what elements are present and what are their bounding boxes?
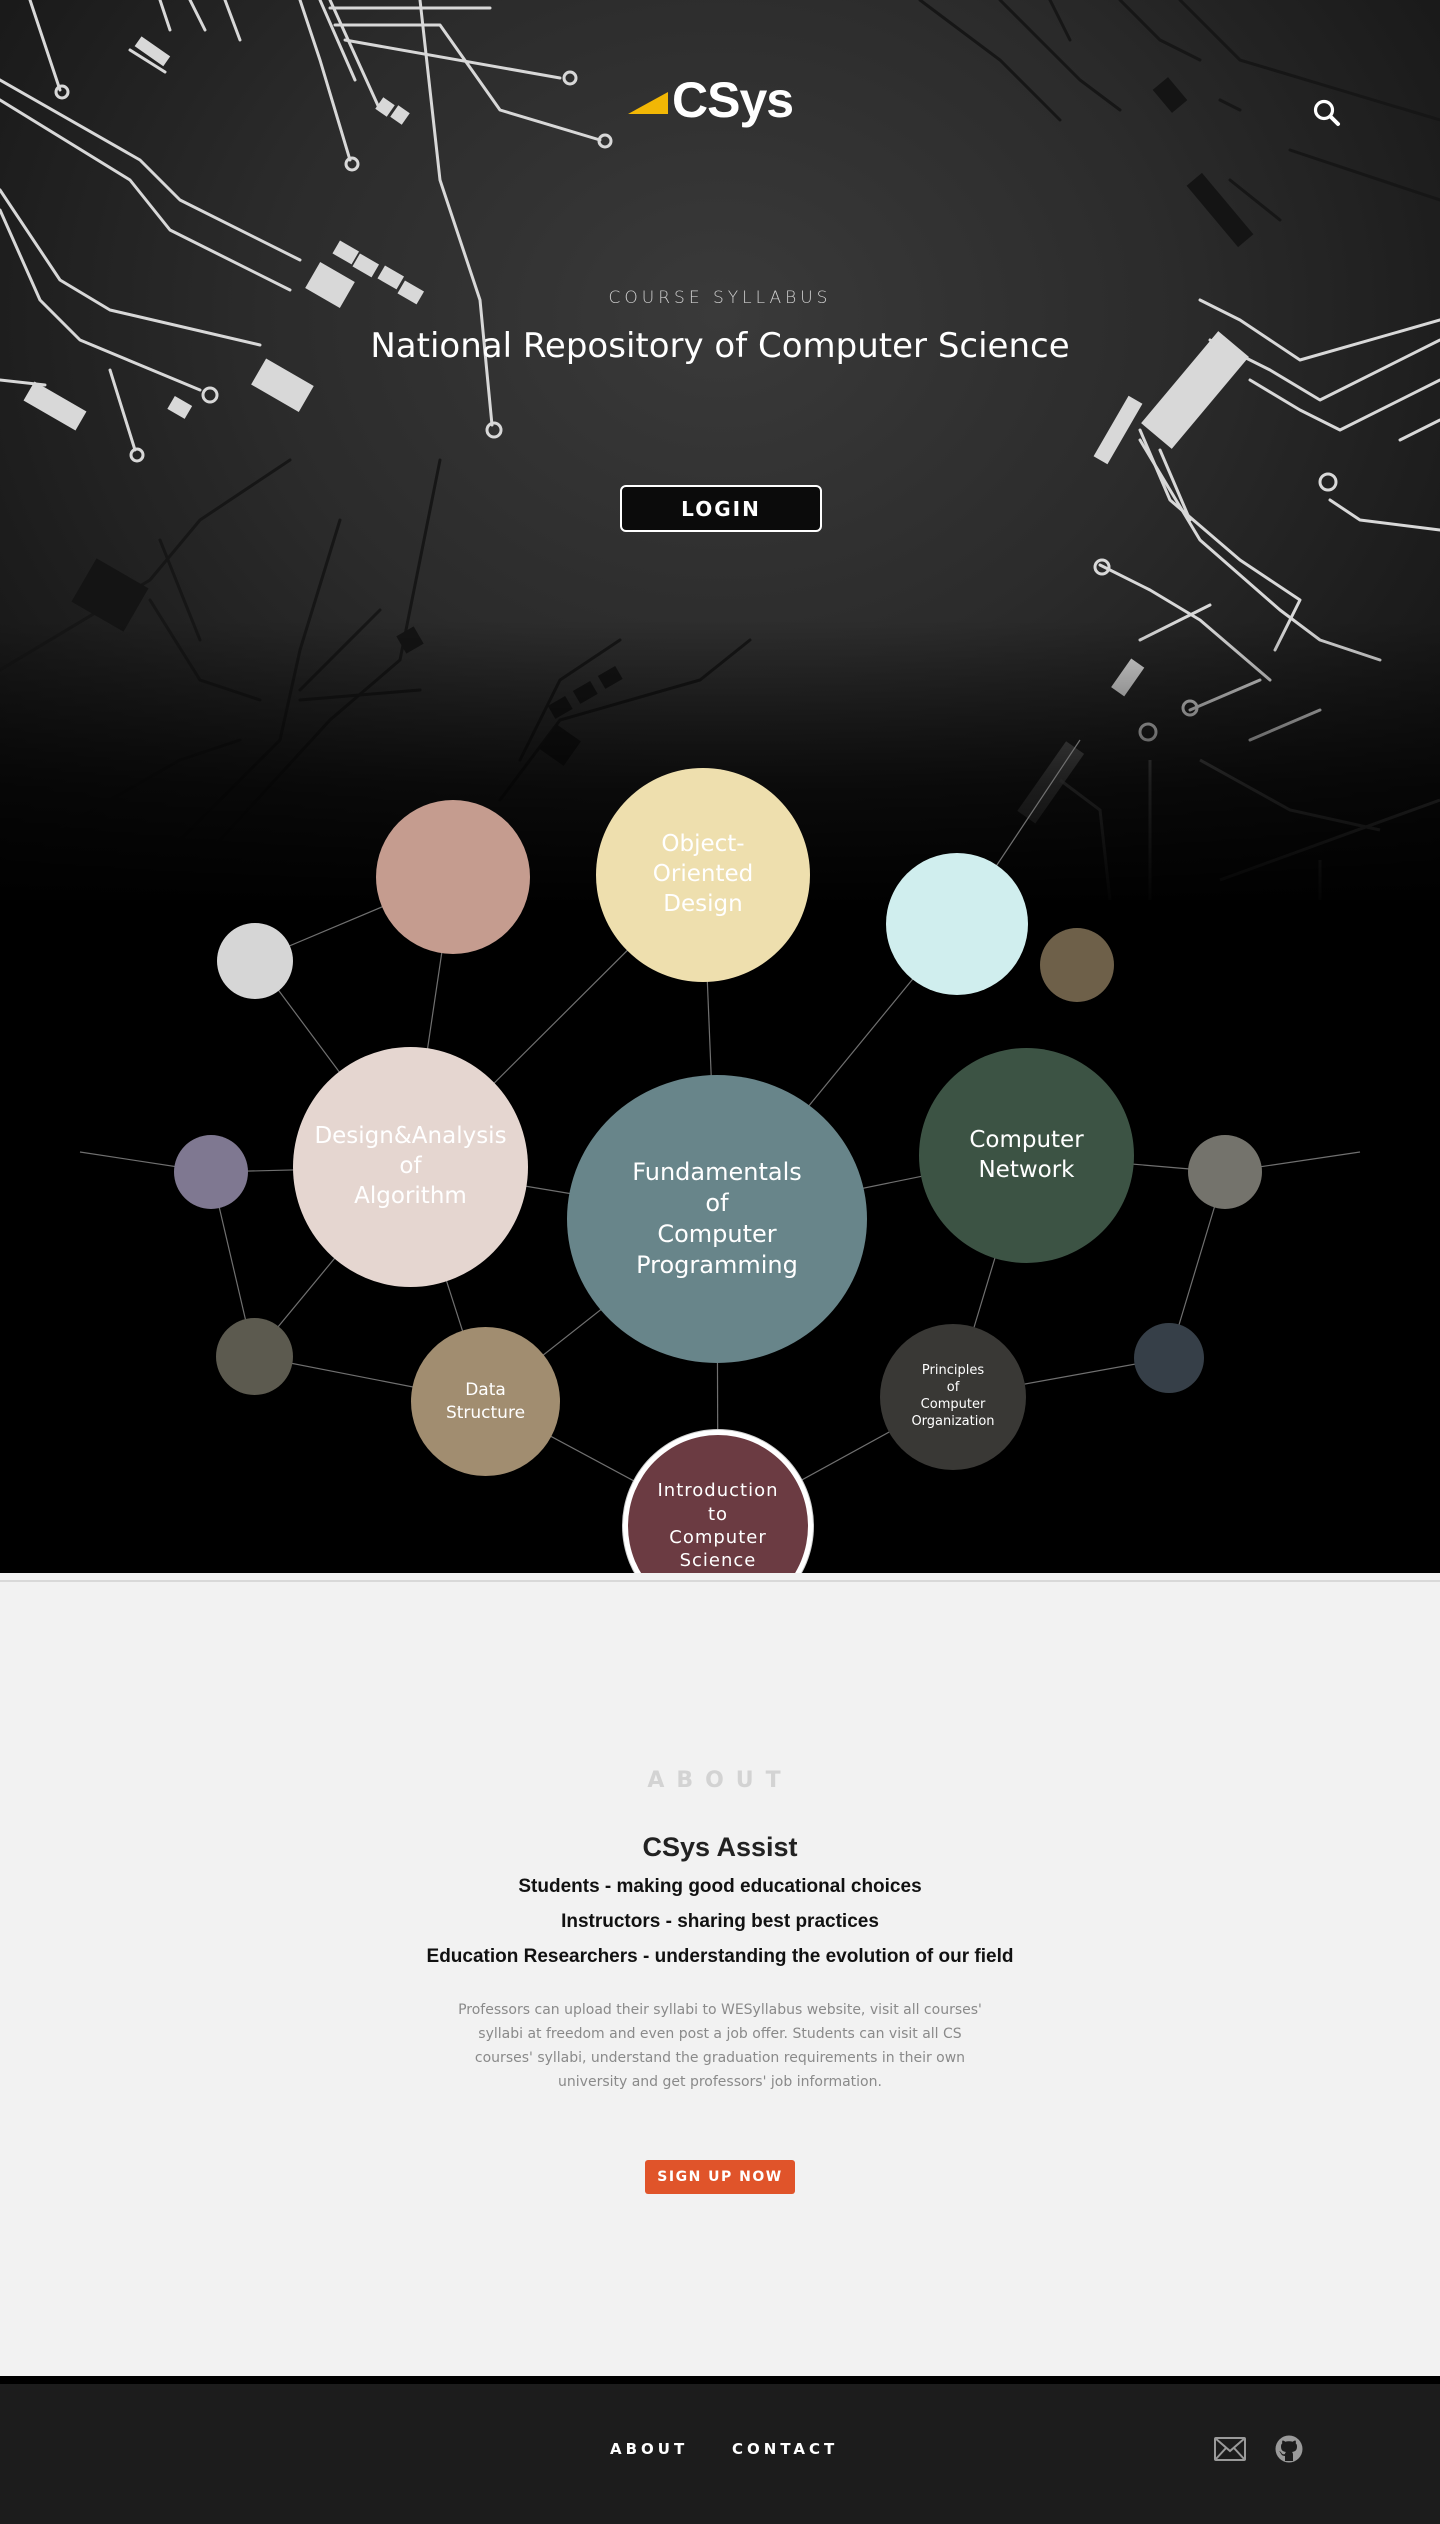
github-icon[interactable]	[1274, 2434, 1304, 2464]
course-fundamentals-programming[interactable]: Fundamentals of Computer Programming	[567, 1075, 867, 1363]
node-dot	[1188, 1135, 1262, 1209]
sign-up-button[interactable]: SIGN UP NOW	[645, 2160, 795, 2194]
about-section	[0, 1573, 1440, 2376]
course-label: of	[705, 1188, 729, 1217]
mail-icon[interactable]	[1214, 2437, 1246, 2461]
course-label: Design	[663, 890, 743, 917]
course-label: Introduction	[657, 1480, 779, 1502]
course-label: to	[707, 1503, 729, 1525]
course-label: Data	[465, 1380, 506, 1401]
node-dot	[1040, 928, 1114, 1002]
node-dot	[174, 1135, 248, 1209]
course-label: Programming	[636, 1251, 798, 1280]
course-data-structure[interactable]: Data Structure	[411, 1327, 560, 1476]
about-title: CSys Assist	[642, 1832, 798, 1862]
node-dot	[217, 923, 293, 999]
course-computer-organization[interactable]: Principles of Computer Organization	[880, 1324, 1026, 1470]
course-label: Fundamentals	[632, 1157, 802, 1186]
node-dot	[376, 800, 530, 954]
course-label: Computer	[969, 1126, 1084, 1153]
divider	[0, 1580, 1440, 1582]
course-label: Computer	[657, 1220, 777, 1248]
course-label: Computer	[920, 1397, 986, 1412]
course-label: of	[946, 1380, 960, 1396]
course-label: Principles	[921, 1363, 985, 1379]
course-label: Science	[679, 1550, 757, 1572]
course-design-analysis-algorithm[interactable]: Design&Analysis of Algorithm	[293, 1047, 528, 1287]
node-dot	[216, 1318, 293, 1395]
footer-border	[0, 2376, 1440, 2384]
about-description: Professors can upload their syllabi to W…	[458, 2002, 982, 2090]
course-label: Computer	[669, 1527, 767, 1548]
course-label: Algorithm	[354, 1182, 467, 1209]
node-dot	[886, 853, 1028, 995]
course-label: Object-	[661, 831, 745, 858]
about-audience-instructors: Instructors - sharing best practices	[561, 1911, 879, 1932]
course-label: Design&Analysis	[314, 1123, 507, 1150]
footer-link-contact[interactable]: CONTACT	[732, 2440, 838, 2458]
footer-link-about[interactable]: ABOUT	[610, 2440, 688, 2458]
course-object-oriented-design[interactable]: Object- Oriented Design	[596, 768, 810, 982]
about-eyebrow: ABOUT	[647, 1768, 793, 1793]
about-audience-researchers: Education Researchers - understanding th…	[426, 1946, 1014, 1967]
course-label: Organization	[911, 1413, 995, 1429]
course-label: Structure	[445, 1402, 526, 1423]
course-label: of	[399, 1153, 422, 1180]
course-computer-network[interactable]: Computer Network	[919, 1048, 1134, 1263]
course-label: Network	[978, 1156, 1075, 1183]
course-graph: Fundamentals of Computer Programming Obj…	[0, 0, 1440, 1640]
node-dot	[1134, 1323, 1204, 1393]
course-label: Oriented	[652, 861, 754, 888]
about-audience-students: Students - making good educational choic…	[518, 1876, 922, 1897]
